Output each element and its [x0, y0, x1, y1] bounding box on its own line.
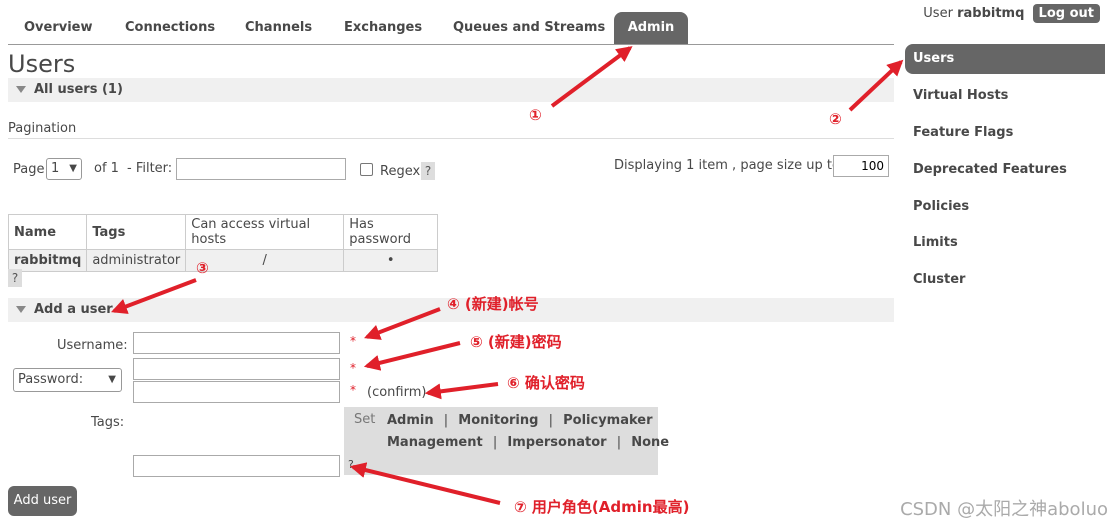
confirm-label: (confirm) [367, 385, 427, 400]
user-prefix: User [923, 6, 953, 21]
annotation-2: ② [829, 110, 842, 128]
collapse-triangle-icon [16, 86, 26, 93]
page-title: Users [8, 50, 76, 78]
sidebar-item-policies[interactable]: Policies [905, 192, 1105, 222]
all-users-header[interactable]: All users (1) [8, 78, 894, 102]
displaying-label: Displaying 1 item , page size up to: [614, 158, 845, 173]
cell-virtual-hosts: / [185, 249, 345, 272]
page-label: Page [13, 162, 45, 177]
filter-input[interactable] [176, 158, 346, 180]
sidebar-item-users[interactable]: Users [905, 44, 1105, 74]
annotation-6: ⑥ 确认密码 [507, 374, 585, 392]
pagination-label: Pagination [8, 121, 77, 136]
collapse-triangle-icon [16, 306, 26, 313]
all-users-title: All users (1) [34, 82, 123, 97]
page-select-value: 1 [51, 161, 60, 176]
pagination-divider [8, 138, 894, 139]
page-of-label: of 1 [94, 161, 119, 176]
sidebar-item-deprecated-features[interactable]: Deprecated Features [905, 155, 1105, 185]
regex-checkbox[interactable] [360, 163, 373, 176]
tag-separator: | [548, 413, 553, 428]
annotation-4: ④ (新建)帐号 [447, 295, 539, 313]
password-type-select[interactable]: Password: ▼ [13, 368, 122, 392]
arrow-5 [363, 341, 461, 371]
password-required-mark: * [350, 361, 356, 375]
page-select[interactable]: 1 ▼ [46, 158, 82, 180]
tag-option-admin[interactable]: Admin [387, 413, 434, 428]
column-virtual-hosts[interactable]: Can access virtual hosts [185, 214, 345, 250]
users-table: Name Tags Can access virtual hosts Has p… [7, 214, 439, 272]
watermark: CSDN @太阳之神aboluo [900, 499, 1108, 520]
add-user-title: Add a user [34, 302, 113, 317]
sidebar-item-virtual-hosts[interactable]: Virtual Hosts [905, 81, 1105, 111]
annotation-7: ⑦ 用户角色(Admin最高) [514, 498, 690, 516]
tags-input[interactable] [133, 455, 340, 477]
tag-separator: | [443, 413, 449, 428]
tab-overview[interactable]: Overview [24, 12, 93, 44]
sidebar-item-limits[interactable]: Limits [905, 228, 1105, 258]
tag-option-management[interactable]: Management [387, 435, 483, 450]
add-user-button[interactable]: Add user [8, 486, 77, 516]
tab-queues-and-streams[interactable]: Queues and Streams [453, 12, 605, 44]
cell-tags: administrator [86, 249, 187, 272]
tag-set-label: Set [354, 412, 376, 427]
confirm-required-mark: * [350, 383, 356, 397]
table-help-icon[interactable]: ? [8, 269, 22, 287]
password-input[interactable] [133, 358, 340, 380]
tab-connections[interactable]: Connections [125, 12, 215, 44]
nav-divider [8, 44, 894, 45]
table-row[interactable]: rabbitmq administrator / • [7, 249, 439, 272]
tag-separator: | [616, 435, 622, 450]
sidebar-item-cluster[interactable]: Cluster [905, 265, 1105, 295]
column-has-password[interactable]: Has password [343, 214, 439, 250]
sidebar-item-feature-flags[interactable]: Feature Flags [905, 118, 1105, 148]
current-username: rabbitmq [957, 6, 1025, 21]
column-name[interactable]: Name [7, 214, 88, 250]
arrow-6 [424, 382, 499, 400]
username-input[interactable] [133, 332, 340, 354]
tag-option-policymaker[interactable]: Policymaker [563, 413, 652, 428]
tag-separator: | [492, 435, 498, 450]
tag-option-monitoring[interactable]: Monitoring [458, 413, 538, 428]
tag-option-impersonator[interactable]: Impersonator [507, 435, 606, 450]
table-header-row: Name Tags Can access virtual hosts Has p… [7, 214, 439, 250]
column-tags[interactable]: Tags [86, 214, 187, 250]
cell-has-password: • [343, 249, 439, 272]
user-info: User rabbitmq Log out [923, 4, 1100, 23]
tags-label: Tags: [91, 415, 125, 430]
annotation-1: ① [529, 106, 542, 124]
username-label: Username: [57, 338, 128, 353]
tag-option-none[interactable]: None [631, 435, 669, 450]
tags-help-icon[interactable]: ? [348, 458, 354, 471]
username-required-mark: * [350, 334, 356, 348]
tab-exchanges[interactable]: Exchanges [344, 12, 422, 44]
regex-help-icon[interactable]: ? [421, 162, 435, 180]
tag-options-panel: Set Admin | Monitoring | Policymaker Man… [344, 407, 669, 475]
tag-options-row-1: Admin | Monitoring | Policymaker [387, 413, 653, 428]
annotation-3: ③ [196, 259, 209, 277]
regex-label: Regex [380, 164, 421, 179]
chevron-down-icon: ▼ [69, 163, 77, 174]
page-size-input[interactable] [833, 155, 889, 177]
tab-admin[interactable]: Admin [614, 12, 688, 44]
tab-channels[interactable]: Channels [245, 12, 312, 44]
filter-label: - Filter: [127, 161, 173, 176]
password-confirm-input[interactable] [133, 381, 340, 403]
annotation-5: ⑤ (新建)密码 [470, 333, 562, 351]
password-type-value: Password: [18, 372, 84, 387]
logout-button[interactable]: Log out [1032, 4, 1100, 23]
chevron-down-icon: ▼ [108, 374, 116, 385]
tag-options-row-2: Management | Impersonator | None [387, 435, 669, 450]
